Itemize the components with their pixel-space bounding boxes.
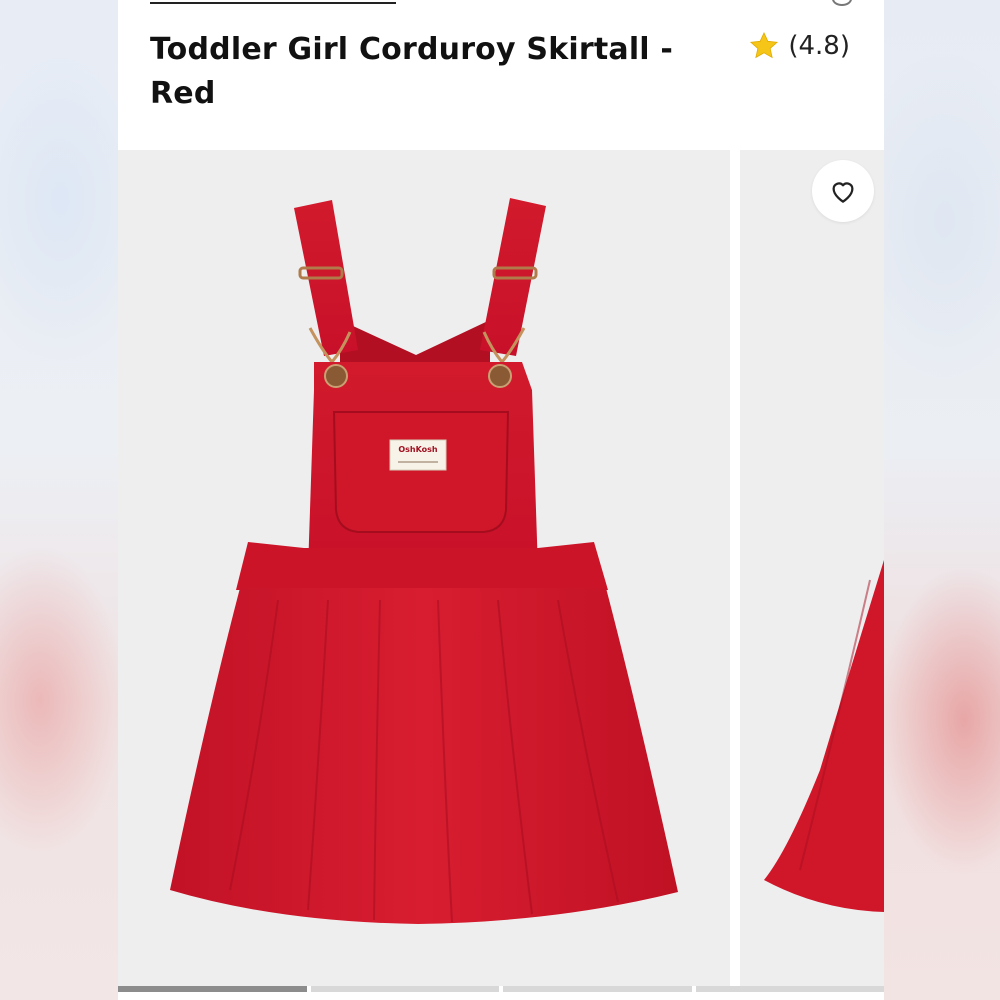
product-image-next[interactable] xyxy=(740,150,884,986)
skirtall-illustration: OshKosh xyxy=(170,198,678,924)
button-right xyxy=(488,364,512,388)
gallery-progress-segment[interactable] xyxy=(310,986,499,992)
product-title: Toddler Girl Corduroy Skirtall - Red xyxy=(150,32,674,111)
product-image-main[interactable]: OshKosh xyxy=(118,150,730,986)
gallery-progress-segment[interactable] xyxy=(503,986,692,992)
rating-summary[interactable]: (4.8) xyxy=(748,30,850,62)
product-card: Toddler Girl Corduroy Skirtall - Red (4.… xyxy=(118,0,884,1000)
heart-outline-icon xyxy=(832,182,854,203)
screenshot-page: Toddler Girl Corduroy Skirtall - Red (4.… xyxy=(0,0,1000,1000)
button-left xyxy=(324,364,348,388)
gallery-progress-segment[interactable] xyxy=(695,986,884,992)
rating-value: (4.8) xyxy=(788,31,850,61)
star-icon xyxy=(750,31,779,59)
cropped-link-underline xyxy=(150,0,396,4)
skirtall-illustration-partial xyxy=(764,560,884,912)
favorite-button[interactable] xyxy=(812,160,874,222)
image-gallery[interactable]: OshKosh xyxy=(118,150,884,1000)
cropped-icon xyxy=(832,0,852,6)
background-blur-left xyxy=(0,0,118,1000)
brand-label-text: OshKosh xyxy=(398,445,438,454)
background-blur-right xyxy=(884,0,1000,1000)
gallery-progress-segment[interactable] xyxy=(118,986,307,992)
gallery-progress xyxy=(118,986,884,992)
